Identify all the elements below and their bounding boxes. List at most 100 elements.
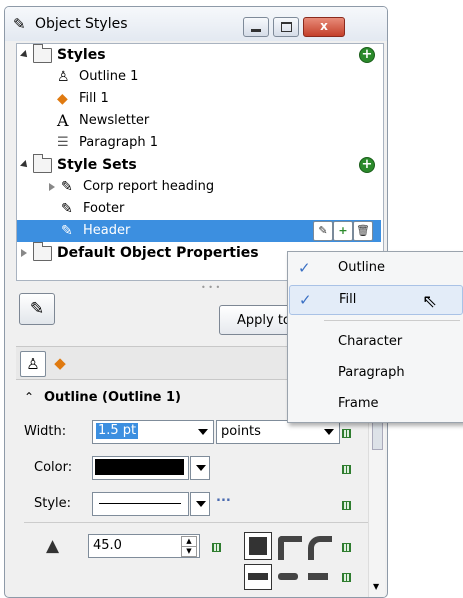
tree-item-fill-1[interactable]: ◆ Fill 1 [17, 88, 381, 110]
width-value[interactable]: 1.5 pt [96, 423, 139, 439]
header-label: Header [83, 223, 131, 238]
context-menu: ✓ Outline ✓ Fill ⇖ Character Paragraph F… [287, 251, 463, 423]
tab-outline[interactable]: ♙ [20, 351, 46, 377]
section-title: Outline (Outline 1) [44, 390, 181, 405]
minimize-button[interactable] [243, 17, 269, 37]
units-select[interactable]: points [216, 420, 340, 444]
corner-miter-button[interactable] [244, 532, 272, 560]
tree-item-corp-report-heading[interactable]: ✎ Corp report heading [17, 176, 381, 198]
window-title: Object Styles [35, 16, 128, 32]
splitter-handle[interactable]: • • • [201, 283, 220, 292]
check-icon: ✓ [299, 291, 312, 309]
menu-item-label: Frame [338, 396, 379, 411]
collapsed-arrow-icon[interactable] [49, 183, 55, 191]
menu-item-paragraph[interactable]: Paragraph [288, 359, 462, 387]
newsletter-label: Newsletter [79, 113, 150, 128]
style-set-icon: ✎ [29, 299, 45, 319]
styles-tree: Styles + ♙ Outline 1 ◆ Fill 1 A Newslett… [16, 43, 384, 281]
maximize-button[interactable] [273, 17, 299, 37]
line-style-preview [99, 503, 181, 504]
menu-separator [324, 320, 460, 321]
object-styles-icon: ✎ [13, 15, 26, 33]
square-cap-icon [248, 573, 268, 580]
line-style-picker[interactable] [92, 492, 189, 516]
tab-fill[interactable]: ◆ [48, 351, 72, 375]
outline-label: Outline 1 [79, 69, 139, 84]
folder-icon [33, 154, 52, 173]
collapse-section-icon[interactable]: ⌃ [24, 390, 34, 404]
expand-arrow-icon[interactable] [20, 160, 30, 170]
folder-icon [33, 242, 52, 261]
lock-icon[interactable] [342, 465, 351, 474]
lock-icon[interactable] [342, 429, 351, 438]
menu-item-frame[interactable]: Frame [288, 390, 462, 418]
color-dropdown[interactable] [190, 456, 210, 480]
close-button[interactable]: x [303, 17, 345, 37]
style-set-icon: ✎ [61, 179, 73, 195]
check-icon: ✓ [298, 259, 311, 277]
tree-item-outline-1[interactable]: ♙ Outline 1 [17, 66, 381, 88]
outline-pen-icon: ♙ [57, 69, 70, 85]
bevel-corner-button[interactable] [308, 536, 332, 560]
edit-style-set-icon[interactable]: ✎ [313, 221, 333, 241]
collapsed-arrow-icon[interactable] [21, 249, 27, 257]
divider [24, 522, 368, 523]
miter-value[interactable]: 45.0 [93, 535, 122, 557]
maximize-icon [281, 22, 292, 32]
tree-row-styles[interactable]: Styles + [17, 44, 381, 66]
miter-corner-icon [249, 537, 267, 555]
menu-item-outline[interactable]: ✓ Outline [288, 254, 462, 282]
chevron-down-icon[interactable] [324, 429, 334, 435]
fill-bucket-icon: ◆ [57, 91, 68, 107]
default-object-properties-label: Default Object Properties [57, 245, 259, 261]
tree-item-paragraph-1[interactable]: ☰ Paragraph 1 [17, 132, 381, 154]
round-corner-button[interactable] [278, 536, 302, 560]
width-combo[interactable]: 1.5 pt [92, 420, 214, 444]
chevron-down-icon [196, 465, 206, 471]
tree-item-footer[interactable]: ✎ Footer [17, 198, 381, 220]
menu-item-label: Outline [338, 260, 386, 275]
menu-item-fill[interactable]: ✓ Fill ⇖ [289, 285, 463, 315]
color-label: Color: [34, 460, 73, 475]
menu-item-label: Character [338, 334, 403, 349]
width-label: Width: [24, 424, 67, 439]
menu-item-label: Fill [339, 292, 357, 307]
lock-icon[interactable] [212, 543, 221, 552]
lock-icon[interactable] [342, 543, 351, 552]
title-bar: ✎ Object Styles x [5, 7, 387, 41]
fill-bucket-icon: ◆ [54, 354, 66, 372]
chevron-down-icon[interactable] [198, 429, 208, 435]
menu-item-character[interactable]: Character [288, 328, 462, 356]
style-options-button[interactable]: ✎ [19, 293, 55, 325]
style-label: Style: [34, 496, 72, 511]
footer-label: Footer [83, 201, 125, 216]
tree-item-newsletter[interactable]: A Newsletter [17, 110, 381, 132]
mouse-cursor-icon: ⇖ [422, 291, 438, 312]
apply-to-label: Apply to [237, 313, 291, 328]
style-sets-label: Style Sets [57, 157, 137, 173]
style-set-icon: ✎ [61, 201, 73, 217]
line-style-dropdown[interactable] [190, 492, 210, 516]
folder-icon [33, 44, 52, 63]
paragraph-label: Paragraph 1 [79, 135, 158, 150]
more-styles-button[interactable]: ... [216, 490, 231, 505]
scroll-down-icon[interactable]: ▼ [373, 582, 379, 591]
add-style-icon[interactable]: + [359, 47, 375, 63]
style-set-icon: ✎ [61, 223, 73, 239]
spin-down-icon[interactable]: ▼ [181, 546, 197, 557]
line-cap-square-button[interactable] [244, 564, 272, 590]
add-child-icon[interactable]: + [333, 221, 353, 241]
expand-arrow-icon[interactable] [20, 50, 30, 60]
color-picker[interactable] [92, 456, 189, 480]
lock-icon[interactable] [342, 573, 351, 582]
corp-report-heading-label: Corp report heading [83, 179, 215, 194]
round-cap-button[interactable] [278, 573, 298, 580]
flat-cap-button[interactable] [308, 573, 328, 580]
paragraph-style-icon: ☰ [57, 135, 69, 150]
tree-row-style-sets[interactable]: Style Sets + [17, 154, 381, 176]
lock-icon[interactable] [342, 501, 351, 510]
delete-icon[interactable]: 🗑 [353, 221, 373, 241]
miter-limit-spinner[interactable]: 45.0 ▲ ▼ [88, 534, 200, 558]
tree-item-header[interactable]: ✎ Header ✎ + 🗑 [17, 220, 381, 242]
add-style-set-icon[interactable]: + [359, 157, 375, 173]
